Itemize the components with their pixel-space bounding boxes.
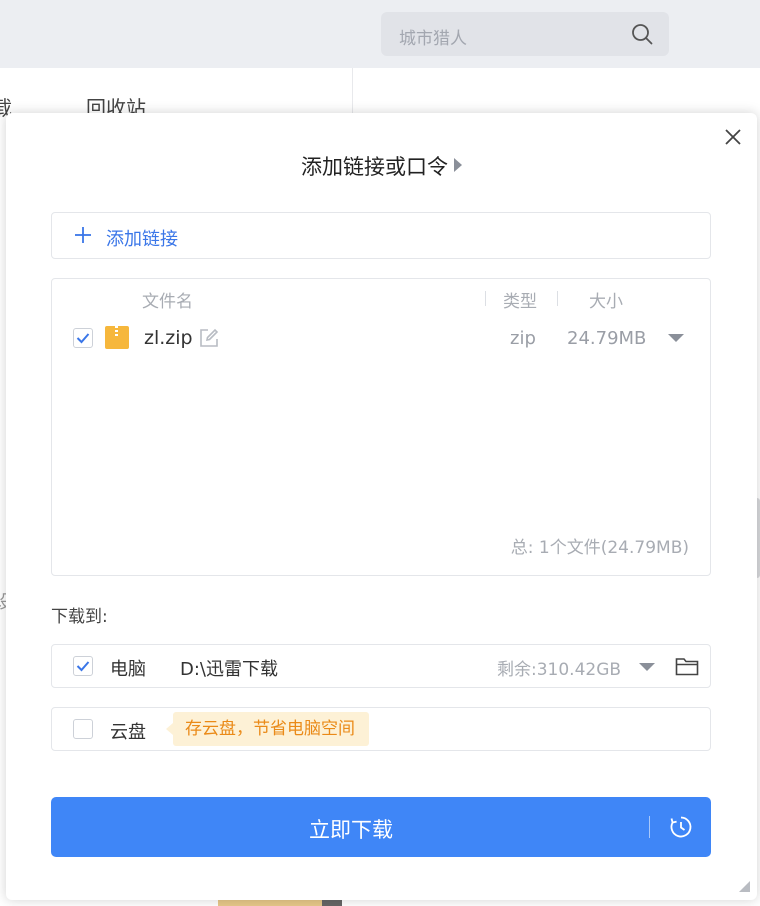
file-size: 24.79MB <box>567 328 647 349</box>
column-divider <box>485 291 486 306</box>
file-type: zip <box>510 328 536 349</box>
computer-checkbox[interactable] <box>73 656 93 676</box>
dialog-title-text: 添加链接或口令 <box>301 155 448 179</box>
column-header-name[interactable]: 文件名 <box>142 287 193 312</box>
button-divider <box>649 816 650 838</box>
plus-icon <box>75 227 91 243</box>
close-icon[interactable] <box>722 126 744 148</box>
search-placeholder: 城市猎人 <box>399 29 467 49</box>
file-row[interactable]: zl.zip zip 24.79MB <box>52 319 710 359</box>
file-options-dropdown-icon[interactable] <box>668 334 684 342</box>
file-name: zl.zip <box>144 327 193 349</box>
resize-grip[interactable] <box>739 881 750 892</box>
file-list: 文件名 类型 大小 zl.zip zip 24.79MB 总: 1个文件(24.… <box>51 278 711 576</box>
search-icon[interactable] <box>631 23 653 45</box>
caret-right-icon <box>454 158 462 172</box>
path-dropdown-icon[interactable] <box>639 663 655 671</box>
column-header-size[interactable]: 大小 <box>589 287 623 312</box>
destination-computer[interactable]: 电脑 D:\迅雷下载 剩余:310.42GB <box>51 644 711 688</box>
cloud-tip: 存云盘，节省电脑空间 <box>166 712 369 746</box>
cloud-checkbox[interactable] <box>73 719 93 739</box>
cloud-label: 云盘 <box>110 722 146 743</box>
download-to-label: 下载到: <box>51 607 108 627</box>
add-link-label: 添加链接 <box>106 229 178 250</box>
download-now-label: 立即下载 <box>309 818 393 842</box>
schedule-clock-icon[interactable] <box>669 815 693 839</box>
download-now-button[interactable]: 立即下载 <box>51 797 711 857</box>
computer-label: 电脑 <box>110 659 146 680</box>
file-checkbox[interactable] <box>73 328 93 348</box>
column-header-type[interactable]: 类型 <box>503 287 537 312</box>
zip-file-icon <box>105 326 129 349</box>
folder-icon[interactable] <box>675 656 699 676</box>
free-space: 剩余:310.42GB <box>497 660 622 680</box>
destination-cloud[interactable]: 云盘 存云盘，节省电脑空间 <box>51 707 711 751</box>
add-link-dialog: 添加链接或口令 添加链接 文件名 类型 大小 zl.zip zip 24.79M… <box>6 113 757 900</box>
total-summary: 总: 1个文件(24.79MB) <box>510 538 689 558</box>
download-path[interactable]: D:\迅雷下载 <box>180 655 278 681</box>
search-box[interactable]: 城市猎人 <box>381 12 669 56</box>
add-link-button[interactable]: 添加链接 <box>51 212 711 259</box>
column-divider <box>557 291 558 306</box>
dialog-title[interactable]: 添加链接或口令 <box>6 151 757 181</box>
checkmark-icon <box>76 333 90 344</box>
top-bar: 城市猎人 <box>0 0 760 68</box>
checkmark-icon <box>76 661 90 672</box>
edit-icon[interactable] <box>198 327 220 349</box>
